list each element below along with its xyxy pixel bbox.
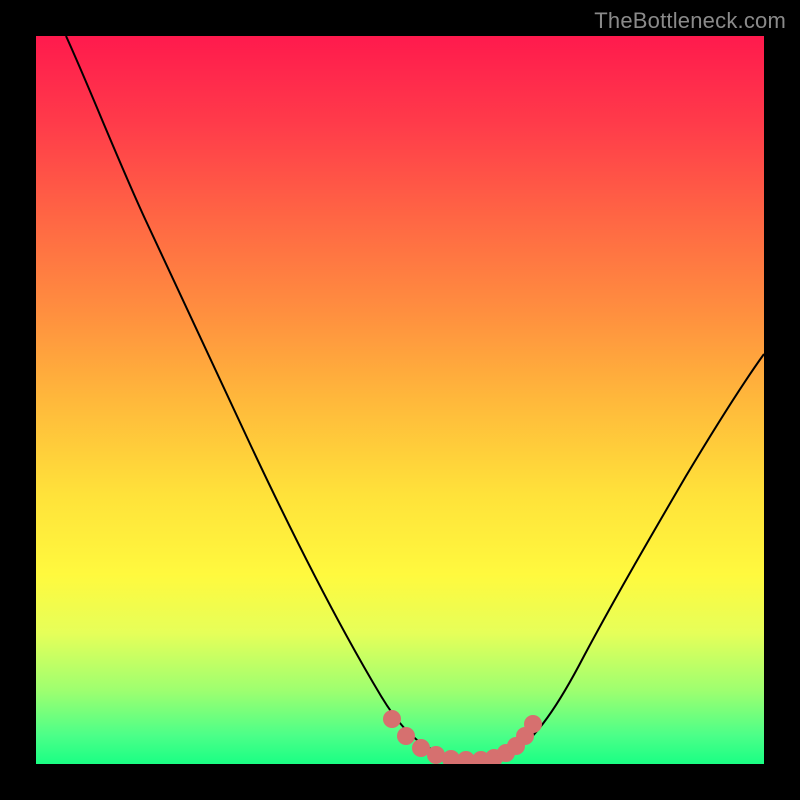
- bottleneck-curve: [66, 36, 764, 760]
- plot-area: [36, 36, 764, 764]
- chart-svg: [36, 36, 764, 764]
- chart-frame: TheBottleneck.com: [0, 0, 800, 800]
- optimal-range-markers: [383, 710, 542, 764]
- watermark-text: TheBottleneck.com: [594, 8, 786, 34]
